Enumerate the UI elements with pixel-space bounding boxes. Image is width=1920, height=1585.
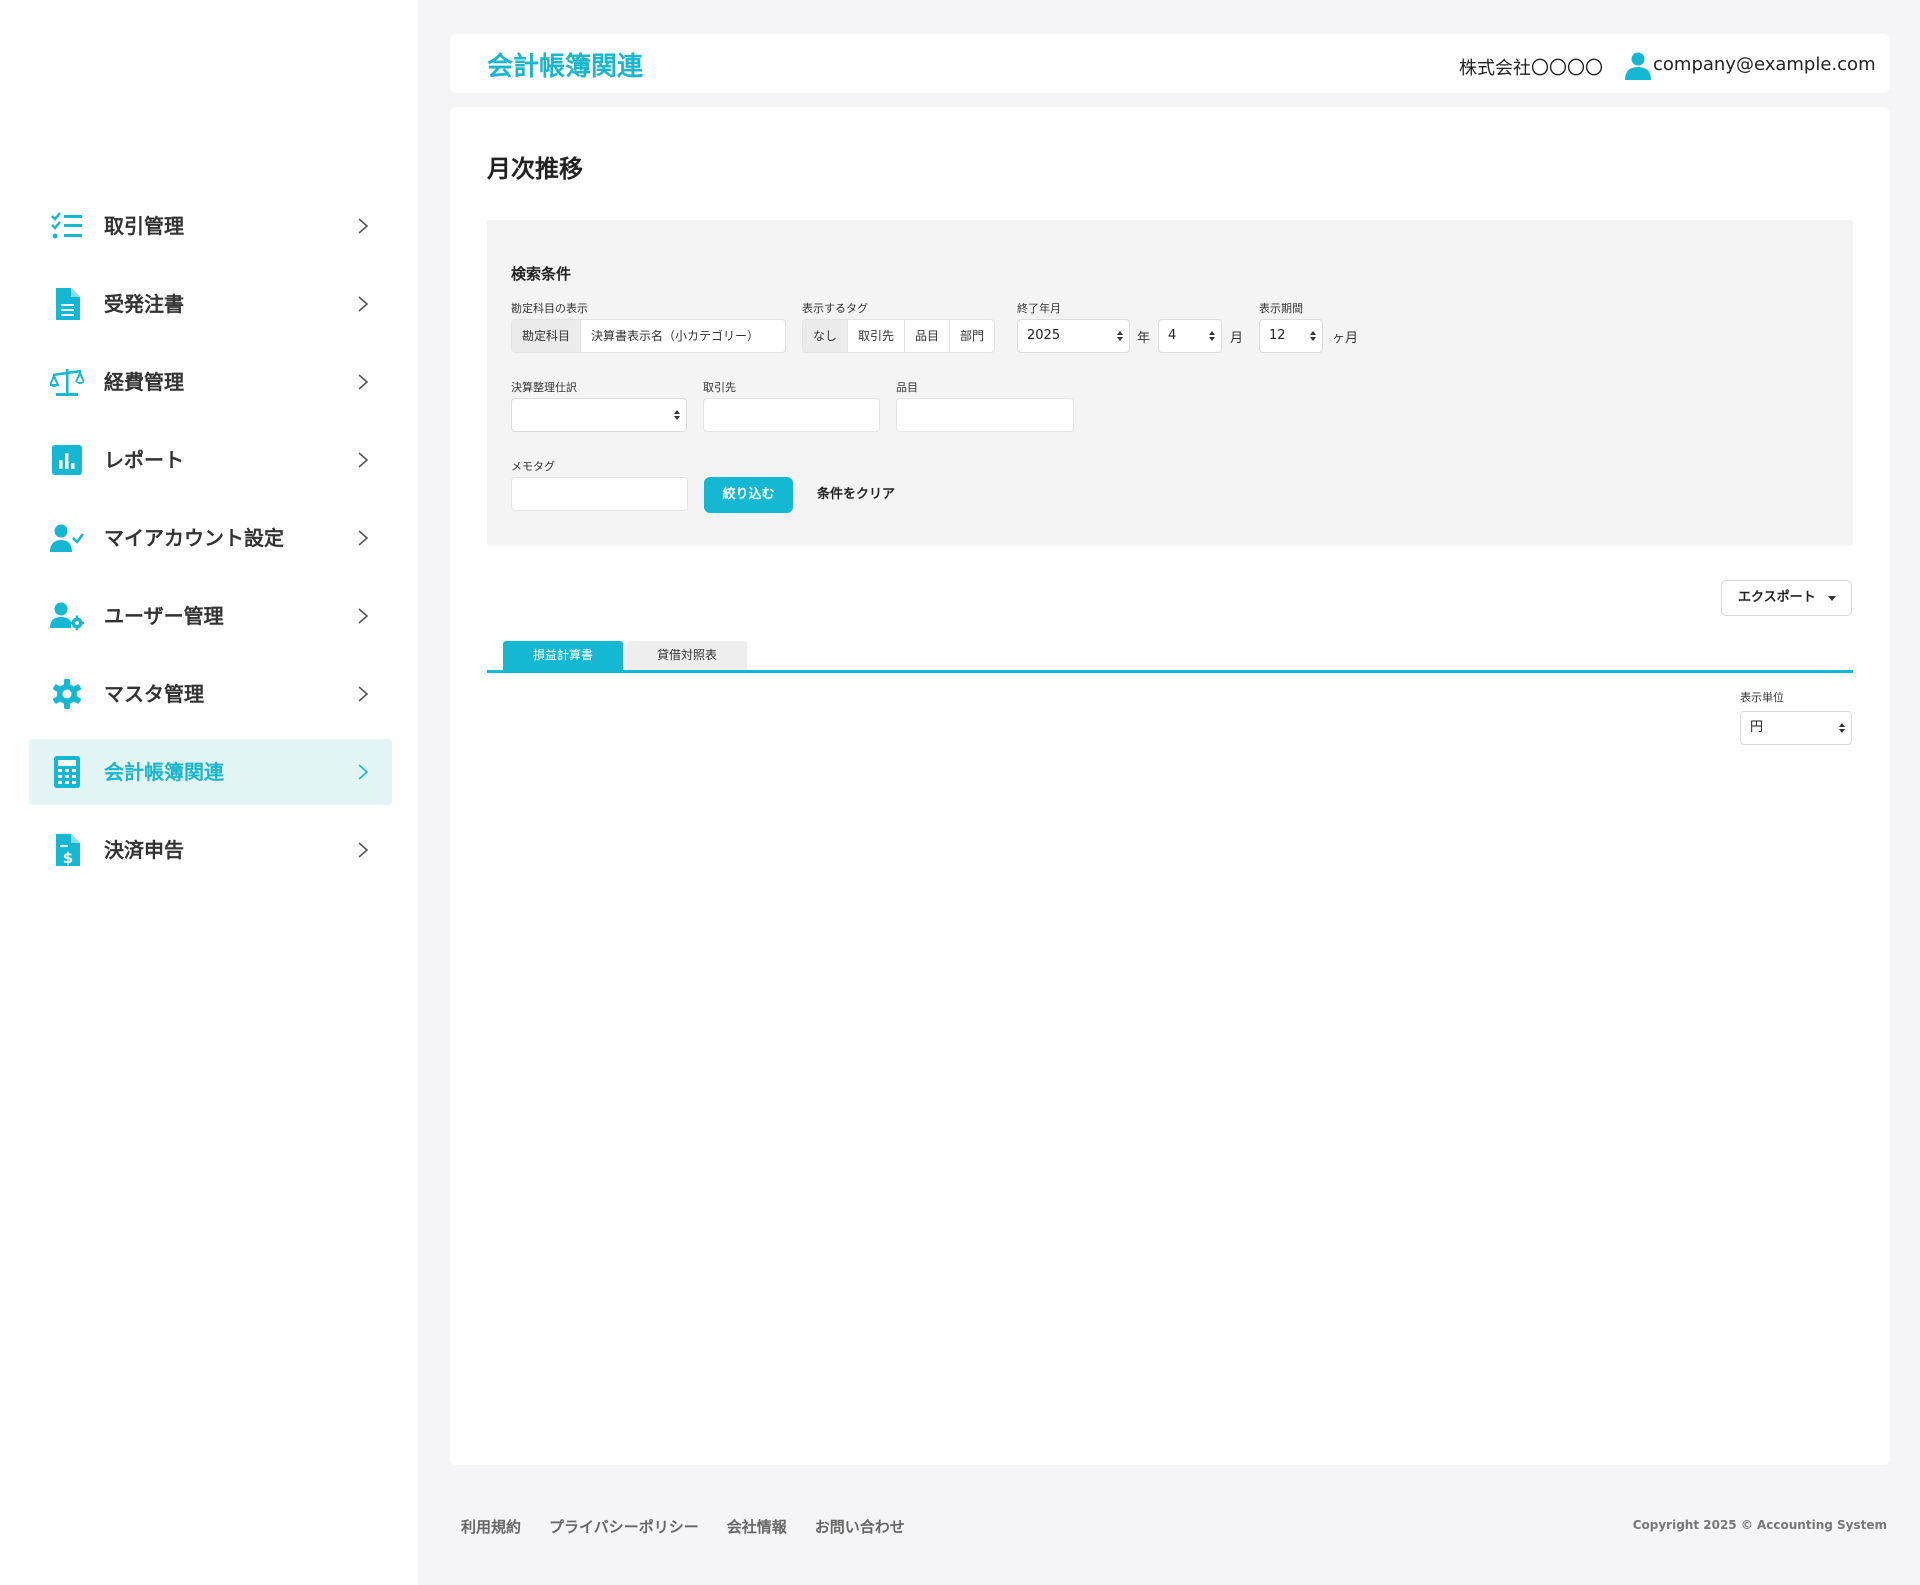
partner-label: 取引先: [703, 381, 736, 394]
closing-entry-select[interactable]: [511, 398, 687, 432]
tag-option-none[interactable]: なし: [803, 320, 849, 352]
end-year-select[interactable]: 2025: [1017, 319, 1130, 353]
account-display-toggle: 勘定科目 決算書表示名（小カテゴリー）: [511, 319, 786, 353]
clear-conditions-button[interactable]: 条件をクリア: [817, 477, 895, 513]
tags-label: 表示するタグ: [802, 302, 868, 315]
select-arrows-icon: [674, 410, 680, 420]
sidebar-item-label: マスタ管理: [104, 682, 204, 706]
chevron-right-icon: [358, 530, 369, 546]
chevron-right-icon: [358, 608, 369, 624]
user-gear-icon: [49, 598, 85, 634]
sidebar-item-label: 取引管理: [104, 214, 184, 238]
chevron-right-icon: [358, 842, 369, 858]
select-arrows-icon: [1209, 331, 1215, 341]
sidebar-item-label: 会計帳簿関連: [104, 760, 224, 784]
period-unit: ヶ月: [1332, 331, 1359, 346]
footer-links: 利用規約 プライバシーポリシー 会社情報 お問い合わせ: [461, 1516, 905, 1537]
header-title: 会計帳簿関連: [487, 52, 644, 82]
footer-link-privacy[interactable]: プライバシーポリシー: [549, 1516, 699, 1537]
tag-option-item[interactable]: 品目: [905, 320, 951, 352]
chevron-right-icon: [358, 764, 369, 780]
sidebar-item-orders[interactable]: 受発注書: [29, 271, 392, 337]
tag-option-partner[interactable]: 取引先: [848, 320, 906, 352]
account-display-option-account[interactable]: 勘定科目: [512, 320, 582, 352]
account-display-option-statement-name[interactable]: 決算書表示名（小カテゴリー）: [581, 320, 769, 352]
scale-icon: [49, 364, 85, 400]
filter-button[interactable]: 絞り込む: [704, 477, 793, 513]
memo-tag-input[interactable]: [511, 477, 688, 511]
main-content: 月次推移 検索条件 勘定科目の表示 勘定科目 決算書表示名（小カテゴリー） 表示…: [450, 107, 1890, 1465]
copyright: Copyright 2025 © Accounting System: [1632, 1518, 1887, 1532]
month-unit: 月: [1230, 331, 1244, 346]
display-unit-select[interactable]: 円: [1740, 711, 1852, 745]
calculator-icon: [49, 754, 85, 790]
year-unit: 年: [1137, 331, 1151, 346]
memo-tag-label: メモタグ: [511, 460, 555, 473]
period-label: 表示期間: [1259, 302, 1303, 315]
chevron-right-icon: [358, 686, 369, 702]
svg-text:$: $: [63, 849, 73, 866]
company-name: 株式会社〇〇〇〇: [1459, 58, 1603, 79]
sidebar-item-my-account[interactable]: マイアカウント設定: [29, 505, 392, 571]
sidebar-item-label: 受発注書: [104, 292, 184, 316]
search-panel: 検索条件 勘定科目の表示 勘定科目 決算書表示名（小カテゴリー） 表示するタグ …: [487, 220, 1853, 546]
caret-down-icon: [1828, 596, 1836, 601]
header: 会計帳簿関連 株式会社〇〇〇〇 company@example.com: [450, 34, 1890, 93]
closing-entry-label: 決算整理仕訳: [511, 381, 577, 394]
select-arrows-icon: [1839, 723, 1845, 733]
display-unit-label: 表示単位: [1740, 691, 1784, 704]
tab-underline: [487, 670, 1853, 673]
select-arrows-icon: [1310, 331, 1316, 341]
page-title: 月次推移: [487, 155, 583, 183]
item-input[interactable]: [896, 398, 1074, 432]
bar-chart-icon: [49, 442, 85, 478]
tab-balance-sheet[interactable]: 貸借対照表: [627, 641, 747, 670]
sidebar-item-accounting-books[interactable]: 会計帳簿関連: [29, 739, 392, 805]
chevron-right-icon: [358, 218, 369, 234]
user-email[interactable]: company@example.com: [1653, 54, 1876, 75]
sidebar-item-user-management[interactable]: ユーザー管理: [29, 583, 392, 649]
sidebar-item-transactions[interactable]: 取引管理: [29, 193, 392, 259]
dollar-document-icon: $: [49, 832, 85, 868]
footer-link-contact[interactable]: お問い合わせ: [815, 1516, 905, 1537]
chevron-right-icon: [358, 374, 369, 390]
search-panel-title: 検索条件: [511, 265, 572, 283]
tags-toggle: なし 取引先 品目 部門: [802, 319, 996, 353]
user-check-icon: [49, 520, 85, 556]
chevron-right-icon: [358, 452, 369, 468]
item-label: 品目: [896, 381, 918, 394]
sidebar-item-label: ユーザー管理: [104, 604, 224, 628]
sidebar: 取引管理 受発注書 経費管理 レポート マイアカウント設定 ユーザー管理 マスタ…: [0, 0, 418, 1585]
document-icon: [49, 286, 85, 322]
account-display-label: 勘定科目の表示: [511, 302, 588, 315]
sidebar-item-label: 決済申告: [104, 838, 184, 862]
select-arrows-icon: [1117, 331, 1123, 341]
period-select[interactable]: 12: [1259, 319, 1323, 353]
sidebar-item-label: マイアカウント設定: [104, 526, 284, 550]
checklist-icon: [49, 208, 85, 244]
end-year-value: 2025: [1027, 328, 1061, 343]
export-button[interactable]: エクスポート: [1721, 580, 1852, 616]
gear-icon: [49, 676, 85, 712]
partner-input[interactable]: [703, 398, 880, 432]
end-month-select[interactable]: 4: [1158, 319, 1222, 353]
sidebar-item-settlement[interactable]: $ 決済申告: [29, 817, 392, 883]
chevron-right-icon: [358, 296, 369, 312]
export-button-label: エクスポート: [1738, 590, 1816, 605]
sidebar-item-master[interactable]: マスタ管理: [29, 661, 392, 727]
end-month-value: 4: [1168, 328, 1177, 343]
user-icon: [1625, 52, 1651, 80]
sidebar-item-label: 経費管理: [104, 370, 184, 394]
footer-link-company[interactable]: 会社情報: [727, 1516, 787, 1537]
sidebar-item-expenses[interactable]: 経費管理: [29, 349, 392, 415]
tab-income-statement[interactable]: 損益計算書: [503, 641, 623, 670]
sidebar-item-label: レポート: [104, 448, 184, 472]
end-month-label: 終了年月: [1017, 302, 1061, 315]
period-value: 12: [1269, 328, 1286, 343]
sidebar-item-reports[interactable]: レポート: [29, 427, 392, 493]
display-unit-value: 円: [1750, 720, 1764, 735]
footer-link-terms[interactable]: 利用規約: [461, 1516, 521, 1537]
tag-option-department[interactable]: 部門: [950, 320, 994, 352]
